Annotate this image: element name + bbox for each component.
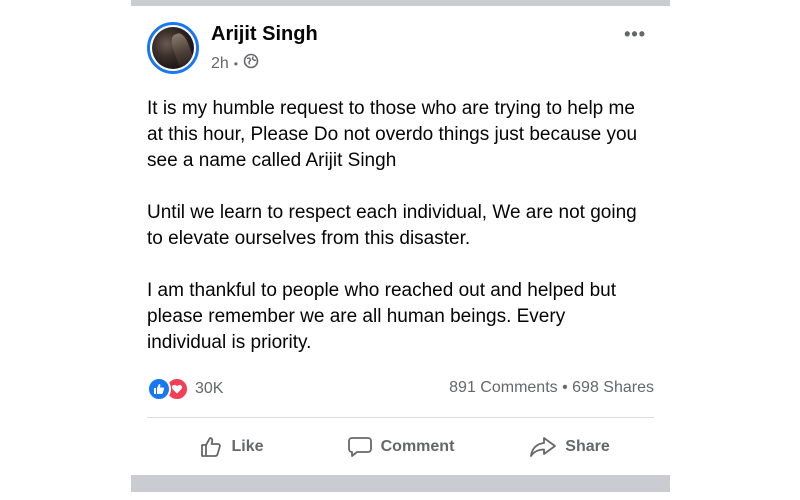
meta-separator: • <box>233 56 238 71</box>
post-paragraph: I am thankful to people who reached out … <box>147 280 617 353</box>
avatar-photo <box>152 27 194 69</box>
post-time[interactable]: 2h <box>211 55 229 73</box>
like-button[interactable]: Like <box>147 435 316 459</box>
share-label: Share <box>565 438 610 455</box>
reactions-count: 30K <box>195 380 224 397</box>
more-options-icon[interactable]: ••• <box>624 24 646 45</box>
engagement-counts: 891 Comments • 698 Shares <box>449 379 654 397</box>
shares-count[interactable]: 698 Shares <box>572 379 654 396</box>
like-label: Like <box>231 438 264 455</box>
comments-count[interactable]: 891 Comments <box>449 379 558 396</box>
post-meta: 2h • <box>211 53 259 74</box>
comment-label: Comment <box>380 438 455 455</box>
post-paragraph: It is my humble request to those who are… <box>147 98 638 171</box>
post-paragraph: Until we learn to respect each individua… <box>147 202 637 249</box>
thumbs-up-icon <box>199 435 223 459</box>
author-name[interactable]: Arijit Singh <box>211 23 318 46</box>
comment-button[interactable]: Comment <box>316 435 485 459</box>
share-button[interactable]: Share <box>485 435 654 459</box>
comment-icon <box>347 435 373 459</box>
reactions-summary[interactable]: 30K <box>147 377 223 401</box>
divider <box>147 417 654 418</box>
share-arrow-icon <box>529 435 557 459</box>
post-body: It is my humble request to those who are… <box>147 96 647 382</box>
counts-separator: • <box>562 379 568 396</box>
post-card: Arijit Singh 2h • ••• It is my humble re… <box>131 6 670 475</box>
author-avatar[interactable] <box>147 22 199 74</box>
action-bar: Like Comment Share <box>147 426 654 468</box>
globe-icon <box>243 53 259 74</box>
like-reaction-icon <box>147 377 171 401</box>
bottom-separator <box>131 475 670 492</box>
